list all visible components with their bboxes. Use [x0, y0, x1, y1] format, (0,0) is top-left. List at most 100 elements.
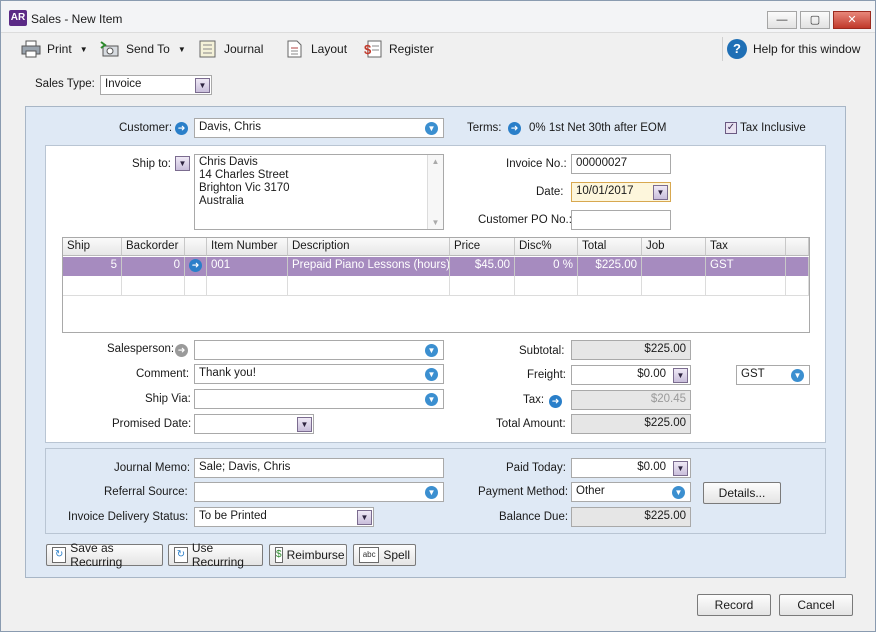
journal-icon: [198, 40, 218, 58]
empty-cell[interactable]: [450, 276, 515, 296]
terms-label: Terms:: [467, 122, 502, 134]
journal-button[interactable]: Journal: [198, 38, 263, 60]
print-label: Print: [47, 42, 72, 56]
item-detail-arrow-icon[interactable]: ➜: [189, 259, 202, 272]
calendar-dropdown-icon[interactable]: ▼: [297, 417, 312, 432]
close-button[interactable]: ✕: [833, 11, 871, 29]
chevron-down-icon[interactable]: ▼: [425, 344, 438, 357]
recurring-use-icon: ↻: [174, 547, 188, 563]
disc-cell[interactable]: 0 %: [515, 257, 578, 276]
journal-label: Journal: [224, 42, 264, 56]
empty-cell[interactable]: [515, 276, 578, 296]
maximize-button[interactable]: ▢: [800, 11, 830, 29]
save-as-recurring-button[interactable]: ↻ Save as Recurring: [46, 541, 163, 569]
ship-to-line: Brighton Vic 3170: [199, 182, 290, 194]
backorder-cell[interactable]: 0: [122, 257, 185, 276]
record-button[interactable]: Record: [697, 594, 771, 616]
description-cell[interactable]: Prepaid Piano Lessons (hours): [288, 257, 450, 276]
column-header: Description: [288, 238, 450, 256]
sales-window: AR Sales - New Item — ▢ ✕ Print ▼ Send T…: [0, 0, 876, 632]
promised-date-field[interactable]: [194, 414, 314, 434]
customer-po-field[interactable]: [571, 210, 671, 230]
address-scrollbar[interactable]: ▲ ▼: [427, 155, 443, 229]
chevron-down-icon[interactable]: ▼: [673, 368, 688, 383]
comment-field[interactable]: Thank you!: [194, 364, 444, 384]
customer-label: Customer:: [119, 122, 173, 134]
empty-cell[interactable]: [63, 276, 122, 296]
send-to-button[interactable]: Send To ▼: [100, 38, 186, 60]
ship-cell[interactable]: 5: [63, 257, 122, 276]
chevron-down-icon[interactable]: ▼: [425, 368, 438, 381]
customer-po-label: Customer PO No.:: [478, 214, 572, 226]
chevron-down-icon[interactable]: ▼: [673, 461, 688, 476]
invoice-no-label: Invoice No.:: [506, 158, 567, 170]
calendar-dropdown-icon[interactable]: ▼: [653, 185, 668, 200]
cancel-button[interactable]: Cancel: [779, 594, 853, 616]
printer-icon: [21, 40, 41, 58]
details-button[interactable]: Details...: [703, 482, 781, 504]
terms-detail-arrow-icon[interactable]: ➜: [508, 122, 521, 135]
chevron-down-icon[interactable]: ▼: [672, 486, 685, 499]
spell-label: Spell: [383, 548, 410, 562]
ship-via-field[interactable]: [194, 389, 444, 409]
empty-cell[interactable]: [578, 276, 642, 296]
chevron-down-icon[interactable]: ▼: [425, 486, 438, 499]
extra-cell: [786, 257, 809, 276]
paid-today-label: Paid Today:: [506, 462, 566, 474]
customer-field[interactable]: Davis, Chris: [194, 118, 444, 138]
item-number-cell[interactable]: 001: [207, 257, 288, 276]
title-bar: AR Sales - New Item — ▢ ✕: [1, 1, 875, 33]
chevron-down-icon[interactable]: ▼: [357, 510, 372, 525]
empty-cell[interactable]: [185, 276, 207, 296]
svg-text:$: $: [364, 42, 372, 57]
journal-memo-field[interactable]: Sale; Davis, Chris: [194, 458, 444, 478]
total-cell[interactable]: $225.00: [578, 257, 642, 276]
empty-cell[interactable]: [288, 276, 450, 296]
scroll-up-icon[interactable]: ▲: [428, 155, 443, 168]
minimize-button[interactable]: —: [767, 11, 797, 29]
balance-due-value: $225.00: [571, 507, 691, 527]
empty-cell[interactable]: [122, 276, 185, 296]
delivery-status-label: Invoice Delivery Status:: [68, 511, 189, 523]
empty-cell[interactable]: [207, 276, 288, 296]
empty-cell[interactable]: [706, 276, 786, 296]
chevron-down-icon[interactable]: ▼: [791, 369, 804, 382]
salesperson-field[interactable]: [194, 340, 444, 360]
price-cell[interactable]: $45.00: [450, 257, 515, 276]
chevron-down-icon[interactable]: ▼: [175, 156, 190, 171]
customer-detail-arrow-icon[interactable]: ➜: [175, 122, 188, 135]
column-header: Tax: [706, 238, 786, 256]
tax-label: Tax:: [523, 394, 545, 406]
chevron-down-icon[interactable]: ▼: [195, 78, 210, 93]
caret-down-icon: ▼: [177, 44, 186, 54]
help-button[interactable]: ? Help for this window: [727, 38, 860, 60]
salesperson-detail-arrow-icon[interactable]: ➜: [175, 344, 188, 357]
layout-button[interactable]: Layout: [285, 38, 347, 60]
invoice-no-field[interactable]: 00000027: [571, 154, 671, 174]
chevron-down-icon[interactable]: ▼: [425, 393, 438, 406]
ship-to-address[interactable]: Chris Davis 14 Charles Street Brighton V…: [194, 154, 444, 230]
use-recurring-button[interactable]: ↻ Use Recurring: [168, 541, 263, 569]
delivery-status-select[interactable]: To be Printed: [194, 507, 374, 527]
reimburse-label: Reimburse: [286, 548, 345, 562]
save-as-recurring-label: Save as Recurring: [70, 541, 123, 569]
tax-cell[interactable]: GST: [706, 257, 786, 276]
column-header: [185, 238, 207, 256]
help-label: Help for this window: [753, 42, 861, 56]
register-label: Register: [389, 42, 434, 56]
reimburse-button[interactable]: $ Reimburse: [269, 544, 347, 566]
spell-button[interactable]: abc Spell: [353, 544, 416, 566]
tax-detail-arrow-icon[interactable]: ➜: [549, 395, 562, 408]
chevron-down-icon[interactable]: ▼: [425, 122, 438, 135]
register-button[interactable]: $ Register: [363, 38, 434, 60]
tax-inclusive-checkbox[interactable]: ✓: [725, 122, 737, 134]
referral-source-field[interactable]: [194, 482, 444, 502]
spell-check-icon: abc: [359, 547, 380, 563]
print-button[interactable]: Print ▼: [21, 38, 88, 60]
scroll-down-icon[interactable]: ▼: [428, 216, 443, 229]
item-link-cell[interactable]: ➜: [185, 257, 207, 276]
empty-cell[interactable]: [642, 276, 706, 296]
job-cell[interactable]: [642, 257, 706, 276]
column-header: Price: [450, 238, 515, 256]
line-items-table: Ship Backorder Item Number Description P…: [62, 237, 810, 333]
